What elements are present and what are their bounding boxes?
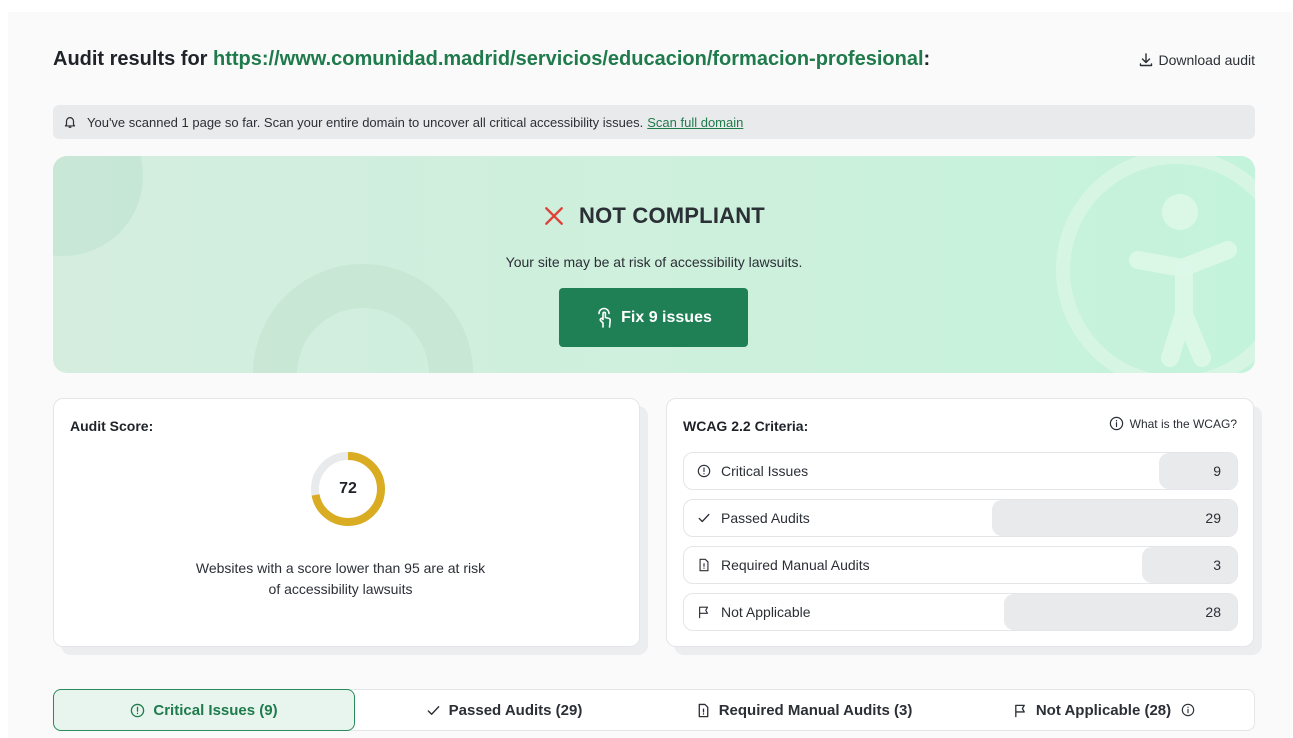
bell-icon xyxy=(64,117,76,128)
tab-label: Critical Issues (9) xyxy=(153,701,278,719)
tab-critical-issues[interactable]: Critical Issues (9) xyxy=(53,689,355,731)
download-audit-button[interactable]: Download audit xyxy=(1138,52,1255,68)
criteria-row-not-applicable[interactable]: Not Applicable 28 xyxy=(683,593,1238,631)
tab-not-applicable[interactable]: Not Applicable (28) xyxy=(954,690,1254,730)
alert-circle-icon xyxy=(697,464,711,478)
check-icon xyxy=(427,705,440,715)
criteria-row-passed-audits[interactable]: Passed Audits 29 xyxy=(683,499,1238,537)
tab-required-manual-audits[interactable]: Required Manual Audits (3) xyxy=(654,690,954,730)
tap-hand-icon xyxy=(598,307,612,328)
criteria-count: 9 xyxy=(1213,463,1221,479)
page-title: Audit results for https://www.comunidad.… xyxy=(53,48,931,70)
criteria-label: Required Manual Audits xyxy=(721,557,870,573)
score-note: Websites with a score lower than 95 are … xyxy=(54,558,641,600)
scan-notice-text: You've scanned 1 page so far. Scan your … xyxy=(87,114,644,130)
tab-label: Passed Audits (29) xyxy=(448,701,583,719)
criteria-label: Critical Issues xyxy=(721,463,809,479)
scan-notice-bar: You've scanned 1 page so far. Scan your … xyxy=(53,105,1255,139)
criteria-count: 28 xyxy=(1205,604,1221,620)
criteria-row-required-manual-audits[interactable]: Required Manual Audits 3 xyxy=(683,546,1238,584)
wcag-criteria-card: WCAG 2.2 Criteria: What is the WCAG? Cri… xyxy=(666,398,1254,647)
audit-tabs: Critical Issues (9) Passed Audits (29) R… xyxy=(53,689,1255,731)
info-icon xyxy=(1109,416,1123,431)
audit-header: Audit results for https://www.comunidad.… xyxy=(53,46,1255,76)
audited-url[interactable]: https://www.comunidad.madrid/servicios/e… xyxy=(213,48,924,70)
tab-passed-audits[interactable]: Passed Audits (29) xyxy=(354,690,654,730)
score-value: 72 xyxy=(339,480,357,497)
download-icon xyxy=(1140,53,1153,67)
fix-issues-label: Fix 9 issues xyxy=(621,308,712,326)
compliance-status-label: NOT COMPLIANT xyxy=(579,203,765,228)
check-icon xyxy=(698,513,710,523)
criteria-label: Not Applicable xyxy=(721,604,811,620)
flag-icon xyxy=(699,606,709,619)
document-icon xyxy=(698,703,709,717)
decor-ring xyxy=(253,264,473,373)
compliance-hero: NOT COMPLIANT Your site may be at risk o… xyxy=(53,156,1255,373)
audit-score-title: Audit Score: xyxy=(70,418,154,434)
score-note-line2: of accessibility lawsuits xyxy=(268,581,413,597)
info-icon[interactable] xyxy=(1181,703,1195,717)
criteria-count: 29 xyxy=(1205,510,1221,526)
tab-label: Required Manual Audits (3) xyxy=(718,701,913,719)
wcag-criteria-title: WCAG 2.2 Criteria: xyxy=(683,418,809,434)
tab-label: Not Applicable (28) xyxy=(1035,701,1172,719)
what-is-wcag-label: What is the WCAG? xyxy=(1129,416,1237,431)
criteria-count: 3 xyxy=(1213,557,1221,573)
what-is-wcag-link[interactable]: What is the WCAG? xyxy=(1109,416,1237,431)
compliance-status: NOT COMPLIANT xyxy=(53,203,1255,229)
fix-issues-button[interactable]: Fix 9 issues xyxy=(559,288,748,347)
scan-full-domain-link[interactable]: Scan full domain xyxy=(647,115,743,130)
alert-circle-icon xyxy=(131,703,145,717)
download-audit-label: Download audit xyxy=(1158,52,1255,68)
audit-score-card: Audit Score: 72 Websites with a score lo… xyxy=(53,398,640,647)
compliance-subtitle: Your site may be at risk of accessibilit… xyxy=(505,254,803,270)
flag-icon xyxy=(1015,704,1025,717)
document-icon xyxy=(699,558,709,572)
x-icon xyxy=(545,207,563,225)
criteria-label: Passed Audits xyxy=(721,510,810,526)
criteria-row-critical-issues[interactable]: Critical Issues 9 xyxy=(683,452,1238,490)
score-note-line1: Websites with a score lower than 95 are … xyxy=(195,560,486,576)
